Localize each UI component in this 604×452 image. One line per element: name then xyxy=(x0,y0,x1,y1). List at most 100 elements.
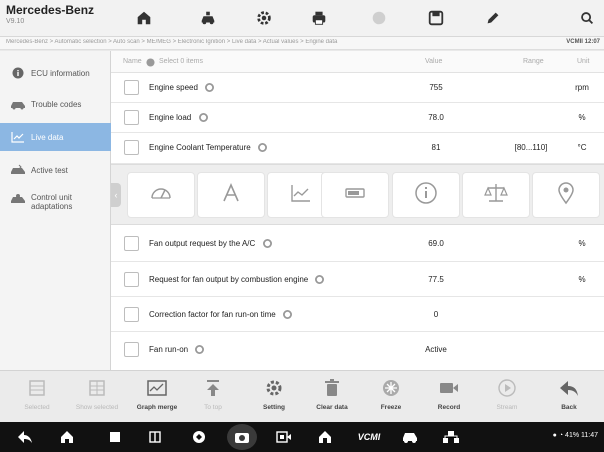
line-graph-icon xyxy=(288,180,314,211)
digital-display-button[interactable] xyxy=(197,172,265,218)
graph-merge-button[interactable]: Graph merge xyxy=(128,376,186,420)
collapse-handle[interactable]: ‹ xyxy=(111,183,121,207)
help-icon[interactable] xyxy=(367,8,391,28)
setting-icon xyxy=(262,376,286,400)
parameter-label: Fan run-on xyxy=(149,345,189,354)
toolbar-label: Freeze xyxy=(380,404,402,411)
sidebar-item-active-test[interactable]: Active test xyxy=(0,158,111,182)
toolbar-label: Selected xyxy=(24,404,50,411)
sidebar-item-ecu-information[interactable]: ECU information xyxy=(0,61,111,85)
sidebar-item-live-data[interactable]: Live data xyxy=(0,123,111,151)
table-row[interactable]: Request for fan output by combustion eng… xyxy=(111,262,604,297)
split-screen-icon[interactable] xyxy=(146,429,164,445)
record-button[interactable]: Record xyxy=(420,376,478,420)
parameter-name: Correction factor for fan run-on time xyxy=(149,310,292,321)
car-fault-icon xyxy=(10,98,26,110)
vcm-label: VCMII xyxy=(566,39,583,45)
sidebar-item-control-unit-adaptations[interactable]: Control unit adaptations xyxy=(0,187,111,221)
bar-graph-icon xyxy=(342,180,368,211)
table-row[interactable]: Engine speed 755 rpm xyxy=(111,73,604,103)
parameter-name: Engine speed xyxy=(149,83,215,94)
print-icon[interactable] xyxy=(307,8,331,28)
browser-icon[interactable] xyxy=(190,429,208,445)
bar-graph-button[interactable] xyxy=(321,172,389,218)
row-checkbox[interactable] xyxy=(124,342,139,357)
screen-record-icon[interactable] xyxy=(275,429,293,445)
gear-icon[interactable] xyxy=(257,143,267,154)
gear-icon[interactable] xyxy=(262,239,272,250)
stream-button[interactable]: Stream xyxy=(478,376,536,420)
toolbar-label: Record xyxy=(437,404,461,411)
back-icon[interactable] xyxy=(16,429,34,445)
compare-button[interactable] xyxy=(462,172,530,218)
status-area: ● ◔ 41% 11:47 xyxy=(553,432,598,439)
table-row[interactable]: Engine Coolant Temperature 81 [80...110]… xyxy=(111,133,604,164)
car-icon[interactable] xyxy=(401,429,419,445)
clear-data-button[interactable]: Clear data xyxy=(303,376,361,420)
live-data-table: Name Select 0 items Value Range Unit Eng… xyxy=(111,51,604,370)
recent-apps-icon[interactable] xyxy=(106,429,124,445)
car-service-icon[interactable] xyxy=(196,8,220,28)
search-icon[interactable] xyxy=(575,8,599,28)
back-button[interactable]: Back xyxy=(540,376,598,420)
parameter-label: Fan output request by the A/C xyxy=(149,239,256,248)
home-tool-icon[interactable] xyxy=(316,429,334,445)
arrow-up-icon xyxy=(201,376,225,400)
row-checkbox[interactable] xyxy=(124,80,139,95)
home-icon[interactable] xyxy=(132,8,156,28)
freeze-button[interactable]: Freeze xyxy=(362,376,420,420)
play-icon xyxy=(495,376,519,400)
table-row[interactable]: Correction factor for fan run-on time 0 xyxy=(111,297,604,332)
parameter-name: Engine Coolant Temperature xyxy=(149,143,267,154)
camera-icon[interactable] xyxy=(227,424,257,450)
sidebar-item-trouble-codes[interactable]: Trouble codes xyxy=(0,92,111,116)
gear-icon[interactable] xyxy=(198,113,208,124)
home-icon[interactable] xyxy=(58,429,76,445)
info-button[interactable] xyxy=(392,172,460,218)
edit-icon[interactable] xyxy=(481,8,505,28)
sidebar-item-label: Active test xyxy=(31,165,68,175)
analog-gauge-icon xyxy=(148,180,174,211)
chart-icon xyxy=(10,131,26,143)
select-all-icon[interactable] xyxy=(146,58,155,69)
display-mode-bar: ‹ xyxy=(111,164,604,225)
selected-button[interactable]: Selected xyxy=(8,376,66,420)
table-row[interactable]: Fan run-on Active xyxy=(111,332,604,370)
toolbar-label: Back xyxy=(561,404,577,411)
column-unit: Unit xyxy=(577,58,590,65)
graph-merge-icon xyxy=(145,376,169,400)
parameter-name: Engine load xyxy=(149,113,208,124)
gear-icon[interactable] xyxy=(205,83,215,94)
sidebar-item-label: Trouble codes xyxy=(31,99,82,109)
parameter-unit: % xyxy=(578,239,586,248)
parameter-unit: °C xyxy=(577,143,587,152)
system-nav-bar: VCMI ● ◔ 41% 11:47 xyxy=(0,422,604,452)
table-row[interactable]: Engine load 78.0 % xyxy=(111,103,604,133)
row-checkbox[interactable] xyxy=(124,110,139,125)
parameter-unit: % xyxy=(578,275,586,284)
save-icon[interactable] xyxy=(424,8,448,28)
row-checkbox[interactable] xyxy=(124,272,139,287)
row-checkbox[interactable] xyxy=(124,307,139,322)
battery-status: 41% 11:47 xyxy=(565,432,598,439)
parameter-value: 78.0 xyxy=(428,113,444,122)
brand-name: Mercedes-Benz xyxy=(6,3,95,17)
table-row[interactable]: Fan output request by the A/C 69.0 % xyxy=(111,226,604,262)
setting-button[interactable]: Setting xyxy=(245,376,303,420)
network-icon[interactable] xyxy=(442,429,460,445)
sidebar-item-label: ECU information xyxy=(31,68,90,78)
vcm-status: VCMII 12:07 xyxy=(566,39,600,45)
row-checkbox[interactable] xyxy=(124,140,139,155)
gear-icon[interactable] xyxy=(315,275,325,286)
settings-icon[interactable] xyxy=(252,8,276,28)
vcm-icon[interactable]: VCMI xyxy=(355,429,383,445)
analog-gauge-button[interactable] xyxy=(127,172,195,218)
to-top-button[interactable]: To top xyxy=(184,376,242,420)
gear-icon[interactable] xyxy=(282,310,292,321)
location-button[interactable] xyxy=(532,172,600,218)
parameter-value: 69.0 xyxy=(428,239,444,248)
column-select-count: Select 0 items xyxy=(159,58,203,65)
gear-icon[interactable] xyxy=(195,345,205,356)
show-selected-button[interactable]: Show selected xyxy=(68,376,126,420)
row-checkbox[interactable] xyxy=(124,236,139,251)
